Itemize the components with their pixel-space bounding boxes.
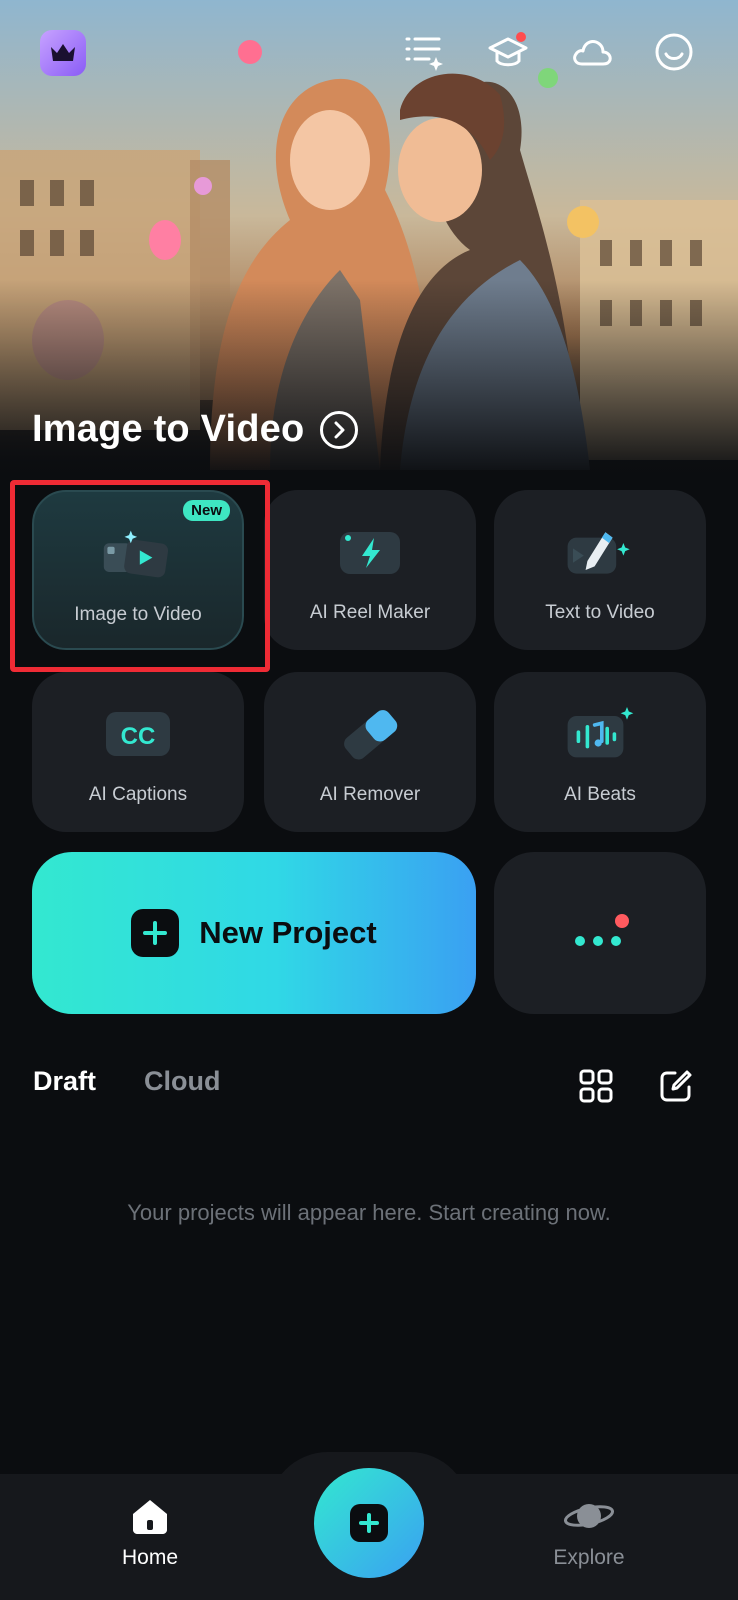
pencil-sparkle-icon	[567, 532, 630, 574]
more-tools-button[interactable]	[494, 852, 706, 1014]
top-bar	[0, 28, 738, 80]
tool-label: AI Beats	[564, 784, 636, 805]
profile-button[interactable]	[650, 28, 698, 76]
tool-image-to-video[interactable]: New Image to Video	[32, 490, 244, 650]
tool-label: AI Captions	[88, 784, 188, 805]
grid-icon	[579, 1069, 613, 1103]
hero-title-link[interactable]: Image to Video	[32, 408, 359, 451]
tool-label: AI Reel Maker	[309, 602, 431, 623]
notification-dot	[516, 32, 526, 42]
grid-view-button[interactable]	[576, 1066, 616, 1106]
tool-ai-remover[interactable]: AI Remover	[264, 672, 476, 832]
cloud-button[interactable]	[568, 28, 616, 76]
tool-label: Text to Video	[545, 602, 655, 623]
empty-state-message: Your projects will appear here. Start cr…	[127, 1200, 611, 1225]
tool-label: Image to Video	[74, 604, 202, 625]
tool-ai-beats[interactable]: AI Beats	[494, 672, 706, 832]
edit-button[interactable]	[656, 1066, 696, 1106]
cc-icon: CC	[106, 712, 170, 756]
task-list-button[interactable]	[400, 28, 448, 76]
nav-home[interactable]: Home	[80, 1496, 220, 1570]
new-project-label: New Project	[199, 915, 377, 950]
image-to-video-icon	[103, 530, 169, 578]
hero-banner[interactable]: Image to Video	[0, 0, 738, 480]
tab-draft[interactable]: Draft	[33, 1066, 96, 1097]
create-fab-button[interactable]	[314, 1468, 424, 1578]
planet-icon	[563, 1504, 615, 1528]
new-badge: New	[183, 500, 230, 521]
plus-icon	[131, 909, 180, 957]
tab-cloud[interactable]: Cloud	[144, 1066, 220, 1097]
tool-label: AI Remover	[319, 784, 421, 805]
new-project-button[interactable]: New Project	[32, 852, 476, 1014]
more-dots-icon	[575, 914, 629, 946]
eraser-icon	[344, 710, 398, 760]
tool-text-to-video[interactable]: Text to Video	[494, 490, 706, 650]
plus-icon	[350, 1504, 388, 1542]
chevron-right-icon	[320, 410, 359, 449]
crown-icon	[51, 44, 75, 61]
nav-explore-label: Explore	[553, 1546, 625, 1569]
cloud-icon	[573, 40, 612, 66]
music-beats-icon	[567, 707, 634, 758]
list-sparkle-icon	[405, 37, 443, 71]
nav-explore[interactable]: Explore	[519, 1496, 659, 1570]
edit-icon	[660, 1070, 692, 1102]
hero-title: Image to Video	[32, 408, 305, 450]
project-tabs: Draft Cloud	[33, 1066, 221, 1097]
lightning-icon	[340, 532, 400, 574]
smiley-icon	[655, 33, 693, 71]
tutorial-button[interactable]	[484, 28, 532, 76]
svg-text:CC: CC	[121, 723, 156, 750]
premium-button[interactable]	[40, 30, 86, 76]
home-icon	[133, 1500, 167, 1534]
tool-ai-captions[interactable]: CC AI Captions	[32, 672, 244, 832]
nav-home-label: Home	[121, 1546, 179, 1569]
tool-ai-reel-maker[interactable]: AI Reel Maker	[264, 490, 476, 650]
